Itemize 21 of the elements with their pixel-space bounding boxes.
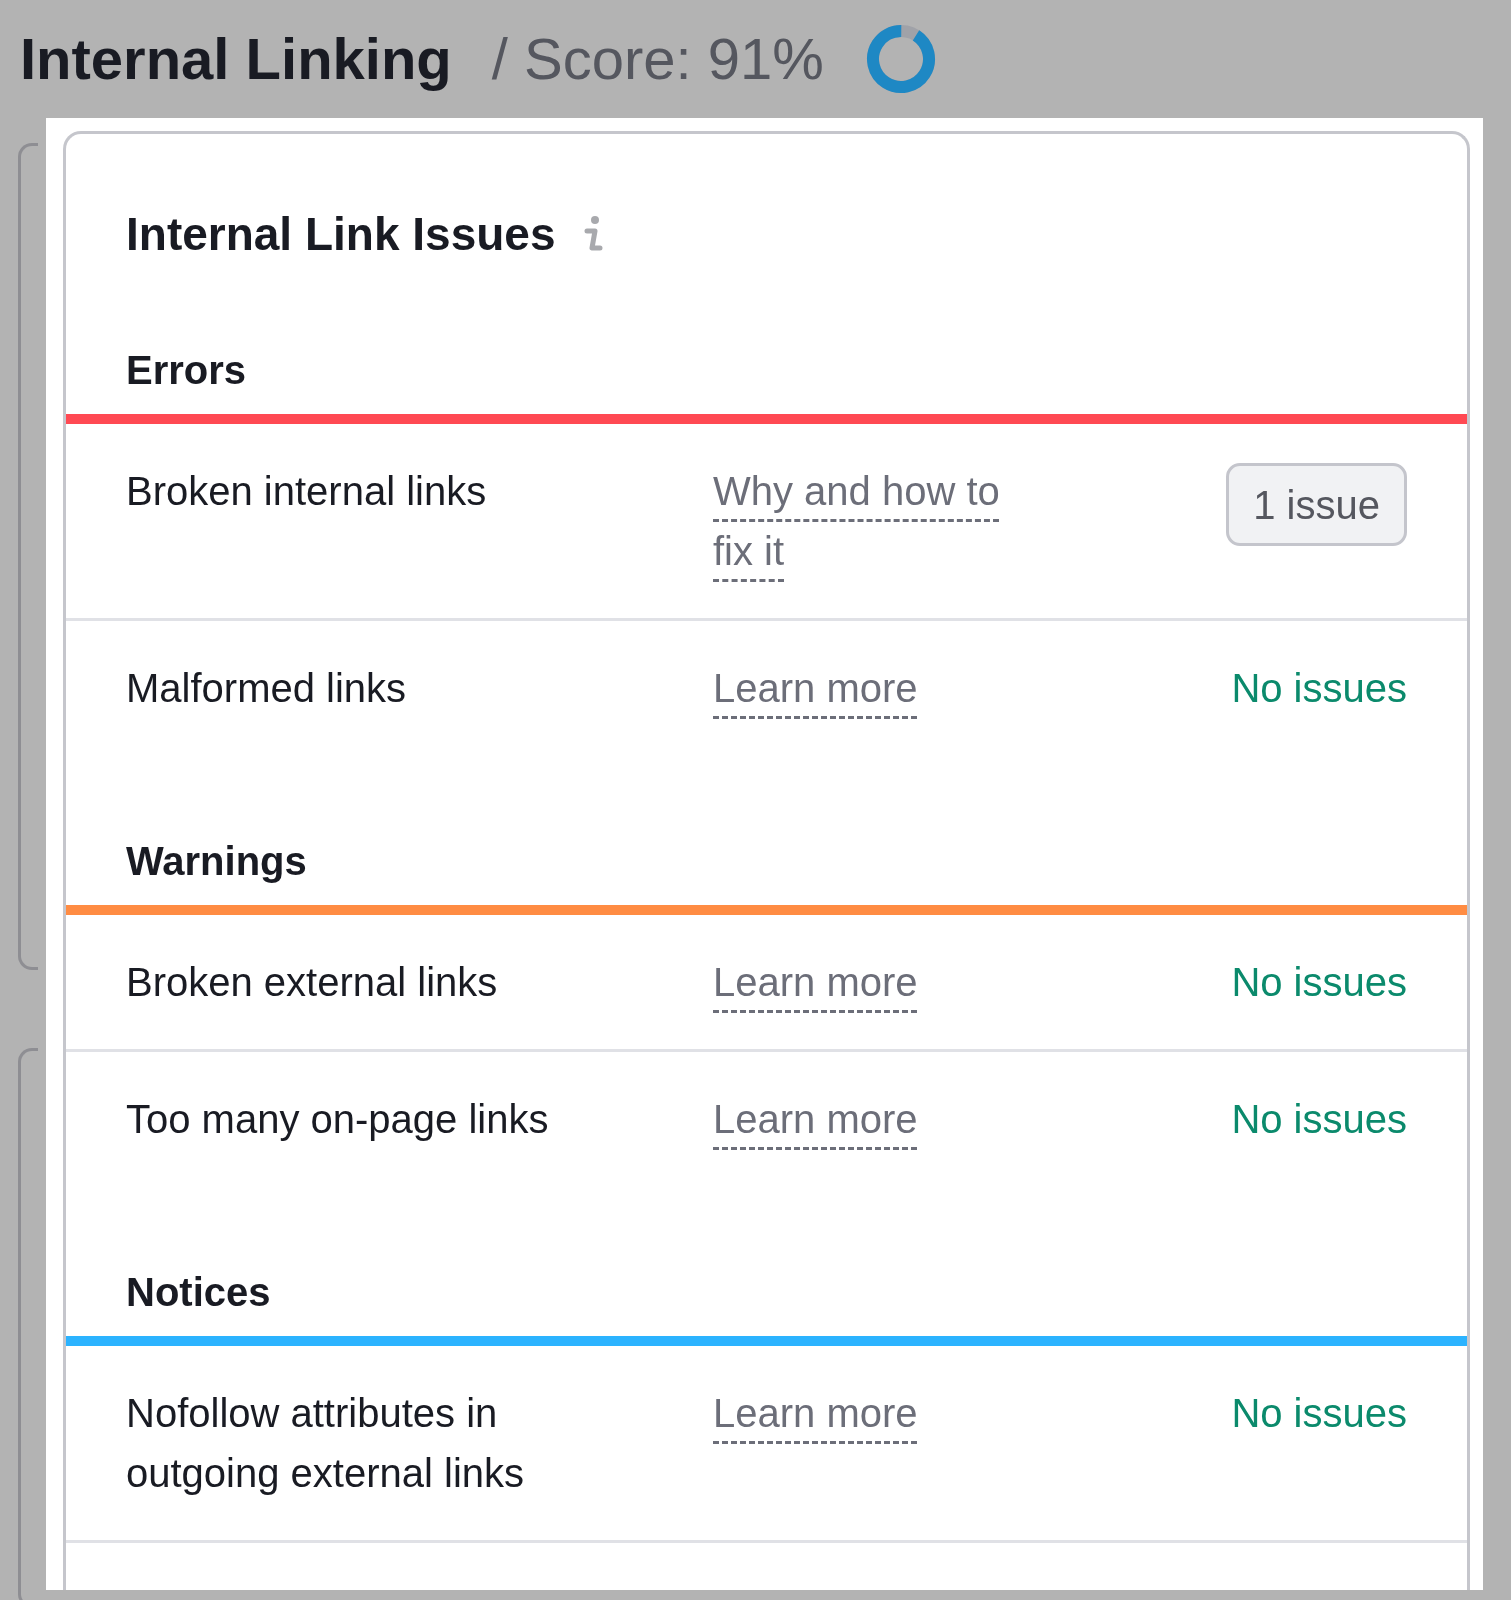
help-link[interactable]: Learn more bbox=[713, 1089, 918, 1149]
status-text: No issues bbox=[1231, 1096, 1407, 1143]
help-link[interactable]: Why and how to fix it bbox=[713, 461, 1038, 581]
status-text: No issues bbox=[1231, 1390, 1407, 1437]
card-title: Internal Link Issues bbox=[126, 207, 556, 262]
help-link[interactable]: Learn more bbox=[713, 1383, 918, 1443]
issue-name: Broken external links bbox=[126, 959, 499, 1006]
section-heading: Errors bbox=[125, 347, 248, 394]
help-link[interactable]: Learn more bbox=[713, 658, 918, 718]
info-icon bbox=[583, 215, 604, 253]
score-text: / Score: 91% bbox=[491, 30, 824, 88]
issue-name: Nofollow attributes in outgoing external links bbox=[126, 1390, 526, 1497]
status-text: No issues bbox=[1231, 959, 1407, 1006]
issue-name: Broken internal links bbox=[126, 468, 488, 515]
section-heading: Notices bbox=[125, 1269, 272, 1316]
issue-count-button[interactable]: 1 issue bbox=[1226, 463, 1407, 546]
issue-name: Malformed links bbox=[126, 665, 408, 712]
help-link[interactable]: Learn more bbox=[713, 952, 918, 1012]
section-heading: Warnings bbox=[125, 838, 308, 885]
issue-name: Too many on-page links bbox=[126, 1096, 550, 1143]
status-text: No issues bbox=[1231, 665, 1407, 712]
